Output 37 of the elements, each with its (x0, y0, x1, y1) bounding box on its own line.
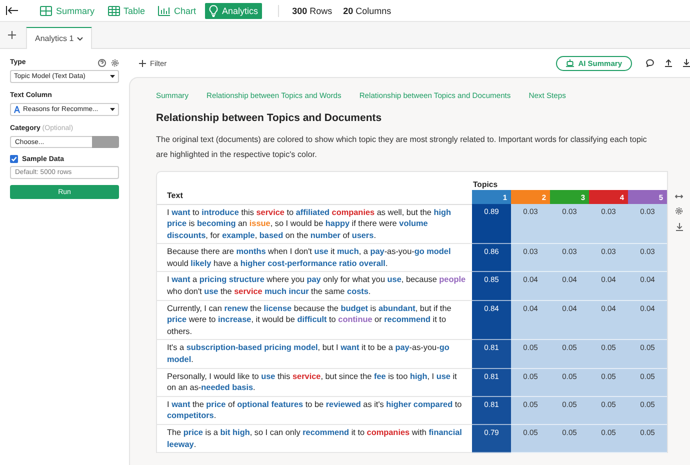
view-tab[interactable]: Chart (154, 4, 200, 18)
download-icon[interactable] (683, 59, 690, 67)
settings-icon[interactable] (111, 58, 119, 66)
text-type-icon (14, 106, 20, 113)
document-text: It's a subscription-based pricing model, but I want it to be a pay-as-you-go model. (157, 340, 472, 368)
view-tab[interactable]: Analytics (205, 2, 262, 18)
columns-count: 20 Columns (343, 6, 392, 16)
upload-icon[interactable] (665, 59, 672, 67)
expand-icon[interactable] (675, 194, 683, 199)
caret-icon (110, 108, 115, 111)
settings-icon[interactable] (675, 207, 683, 215)
plus-icon (139, 60, 146, 66)
plus-icon[interactable] (8, 31, 16, 39)
grid-icon (40, 6, 52, 16)
lightbulb-icon (209, 4, 218, 16)
document-text: Personally, I would like to use this service, but since the fee is too high, I use it on an as-needed basis. (157, 368, 472, 396)
document-text: I want a pricing structure where you pay only for what you use, because people who don't use the service much incur the same costs. (157, 272, 472, 300)
collapse-sidebar-icon[interactable] (6, 6, 18, 15)
view-tab[interactable]: Summary (36, 4, 99, 18)
sample-data-checkbox[interactable] (10, 155, 18, 163)
view-tab[interactable]: Table (104, 4, 150, 18)
column-header: Text (157, 180, 472, 204)
download-icon[interactable] (676, 223, 682, 231)
caret-icon (76, 36, 83, 40)
robot-icon (566, 59, 574, 67)
bar-chart-icon (158, 6, 170, 16)
document-text: The price is a bit high, so I can only recommend it to companies with financial leeway. (157, 424, 472, 453)
section-description: The original text (documents) are colored to show which topic they are most strongly related to. Important words for classifying each topic are highlighted in the respective topic's color. (156, 134, 648, 161)
analytics-tab[interactable]: Analytics 1 (26, 27, 92, 49)
document-text: I want the price of optional features to be reviewed as it's higher compared to competitors. (157, 396, 472, 424)
comment-icon[interactable] (646, 59, 654, 67)
help-icon[interactable] (98, 58, 106, 66)
document-text: Because there are months when I don't use it much, a pay-as-you-go model would likely have a higher cost-performance ratio overall. (157, 244, 472, 272)
section-heading: Relationship between Topics and Documents (156, 112, 383, 124)
caret-icon (110, 75, 115, 78)
rows-count: 300 Rows (292, 6, 332, 16)
table-icon (108, 6, 120, 16)
